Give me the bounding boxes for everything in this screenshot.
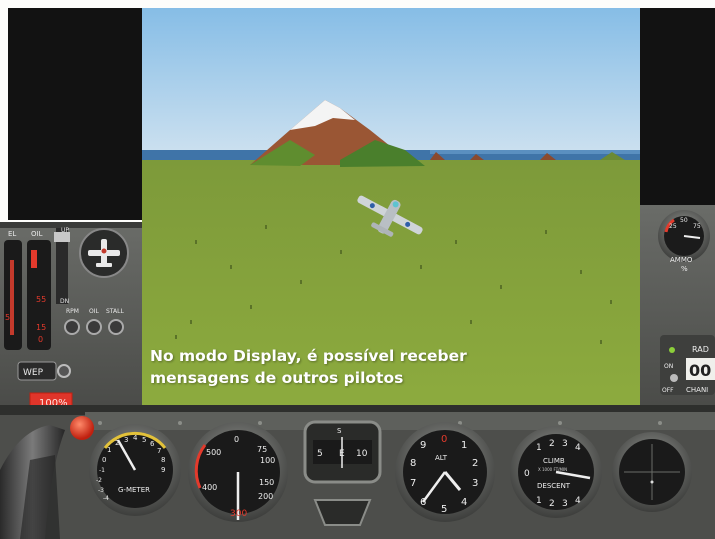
airspeed-tick: 500 xyxy=(206,448,221,457)
left-frame xyxy=(8,8,142,220)
sky xyxy=(142,8,640,160)
airspeed-tick: 400 xyxy=(202,483,217,492)
g-tick: 0 xyxy=(102,456,106,464)
oil-gauge-number: 15 xyxy=(36,323,46,332)
g-tick: -2 xyxy=(96,477,102,484)
radio-indicator xyxy=(669,347,675,353)
altimeter: 0 1 2 3 4 5 6 7 8 9 ALT xyxy=(395,422,495,522)
vsi-tick: 2 xyxy=(549,439,555,449)
altimeter-tick: 5 xyxy=(441,504,447,515)
altimeter-tick: 8 xyxy=(410,458,416,469)
altimeter-tick: 1 xyxy=(461,440,467,451)
compass-tick: 5 xyxy=(317,449,323,459)
caption-line-2: mensagens de outros pilotos xyxy=(150,369,404,387)
wep-switch[interactable] xyxy=(57,364,71,378)
compass-tick: 10 xyxy=(356,449,368,459)
channel-label: CHANI xyxy=(686,386,708,394)
vsi-sub-label: X 1000 FT/MIN xyxy=(538,467,567,472)
vsi-tick: 0 xyxy=(524,469,530,479)
vertical-speed-indicator: 0 1 2 3 4 1 2 3 4 CLIMB X 1000 FT/MIN DE… xyxy=(510,426,602,518)
g-tick: 3 xyxy=(124,436,128,444)
rpm-warning-light xyxy=(64,319,80,335)
airspeed-tick: 0 xyxy=(234,435,239,444)
altimeter-label: ALT xyxy=(435,454,448,462)
airspeed-tick: 150 xyxy=(259,478,274,487)
radio-on-label: ON xyxy=(664,363,673,370)
g-tick: 9 xyxy=(161,466,165,474)
flaps-up-label: UP xyxy=(61,227,69,234)
airspeed-tick: 75 xyxy=(257,445,267,454)
vsi-tick: 3 xyxy=(562,499,568,509)
altimeter-tick: 4 xyxy=(461,497,467,508)
red-knob[interactable] xyxy=(70,416,94,440)
oil-label: OIL xyxy=(31,230,43,238)
radar-blip xyxy=(650,480,654,484)
airspeed-tick: 200 xyxy=(258,492,273,501)
g-tick: -3 xyxy=(98,487,104,494)
vsi-tick: 1 xyxy=(536,443,542,453)
compass-tick: S xyxy=(337,427,342,435)
warn-label: OIL xyxy=(89,308,99,315)
radio-label: RAD xyxy=(692,345,709,354)
vsi-tick: 1 xyxy=(536,496,542,506)
g-tick: -4 xyxy=(103,495,109,502)
left-panel: EL OIL 55 5 15 0 UP DN RPM OIL STALL WEP xyxy=(0,222,142,411)
altimeter-tick: 6 xyxy=(420,497,426,508)
wep-label: WEP xyxy=(23,368,44,378)
altimeter-tick: 2 xyxy=(472,458,478,469)
ammo-tick: 25 xyxy=(669,223,677,230)
vsi-descent-label: DESCENT xyxy=(537,482,571,490)
oil-gauge-number: 55 xyxy=(36,295,46,304)
warn-label: STALL xyxy=(106,308,124,315)
vsi-tick: 4 xyxy=(575,496,581,506)
vsi-tick: 4 xyxy=(575,443,581,453)
g-meter-label: G-METER xyxy=(118,486,150,494)
compass-tick: E xyxy=(339,449,345,459)
right-frame xyxy=(640,8,715,220)
airspeed-indicator: 0 75 100 150 200 300 400 500 xyxy=(188,422,288,522)
g-meter: -4 -3 -2 -1 0 1 2 3 4 5 6 7 8 9 G-METER xyxy=(89,424,181,516)
vsi-tick: 3 xyxy=(562,439,568,449)
g-tick: 7 xyxy=(157,447,161,455)
radio-switch[interactable] xyxy=(670,374,678,382)
vsi-tick: 2 xyxy=(549,499,555,509)
ammo-label: AMMO xyxy=(670,256,693,264)
cockpit-view: EL OIL 55 5 15 0 UP DN RPM OIL STALL WEP xyxy=(0,0,715,539)
ammo-tick: 50 xyxy=(680,217,688,224)
g-tick: 6 xyxy=(150,440,155,448)
caption: No modo Display, é possível receber mens… xyxy=(150,345,467,389)
fuel-label: EL xyxy=(8,230,16,238)
caption-line-1: No modo Display, é possível receber xyxy=(150,347,467,365)
altimeter-tick: 7 xyxy=(410,478,416,489)
ammo-tick: 75 xyxy=(693,223,701,230)
altimeter-tick: 3 xyxy=(472,478,478,489)
g-tick: 1 xyxy=(107,446,111,454)
g-tick: 2 xyxy=(115,439,119,447)
vsi-climb-label: CLIMB xyxy=(543,457,565,465)
flaps-down-label: DN xyxy=(60,298,69,305)
oil-gauge-number: 0 xyxy=(38,335,43,344)
right-panel: 25 50 75 AMMO % RAD ON OFF 00 CHANI xyxy=(640,205,715,410)
g-tick: 5 xyxy=(142,436,146,444)
ammo-unit: % xyxy=(681,265,688,273)
altimeter-tick: 9 xyxy=(420,440,426,451)
fuel-gauge-number: 5 xyxy=(5,313,10,322)
radio-off-label: OFF xyxy=(662,387,674,394)
altimeter-tick: 0 xyxy=(441,434,447,445)
stall-warning-light xyxy=(108,319,124,335)
g-tick: 4 xyxy=(133,434,138,442)
radio-channel-value: 00 xyxy=(689,361,711,380)
airspeed-tick: 100 xyxy=(260,456,275,465)
oil-warning-light xyxy=(86,319,102,335)
warn-label: RPM xyxy=(66,308,79,315)
g-tick: 8 xyxy=(161,456,165,464)
radar-scope xyxy=(612,432,692,512)
turn-indicator xyxy=(313,499,372,526)
g-tick: -1 xyxy=(99,467,105,474)
airspeed-tick: 300 xyxy=(230,509,247,519)
